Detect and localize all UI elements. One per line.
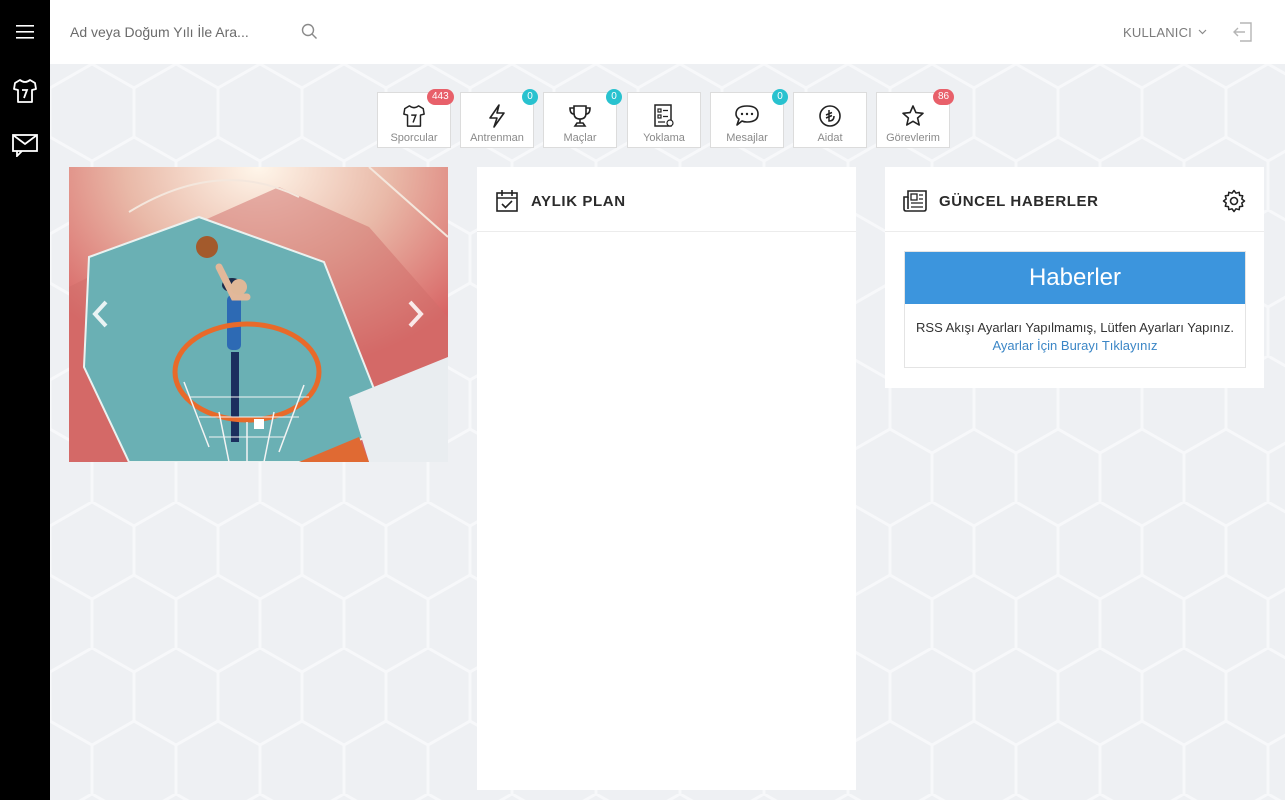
news-box: Haberler RSS Akışı Ayarları Yapılmamış, … xyxy=(904,251,1246,368)
monthly-plan-header: AYLIK PLAN xyxy=(477,167,856,232)
news-panel-title: GÜNCEL HABERLER xyxy=(939,193,1099,210)
monthly-plan-title: AYLIK PLAN xyxy=(531,193,626,210)
badge-athletes-count: 443 xyxy=(427,89,454,105)
lightning-icon xyxy=(489,104,505,128)
shortcut-label: Antrenman xyxy=(470,132,524,144)
image-carousel[interactable] xyxy=(69,167,448,462)
badge-training-count: 0 xyxy=(522,89,538,105)
shortcut-label: Yoklama xyxy=(643,132,685,144)
lira-icon xyxy=(819,105,841,127)
news-panel-header: GÜNCEL HABERLER xyxy=(885,167,1264,232)
search-input[interactable] xyxy=(70,21,290,43)
star-icon xyxy=(902,105,924,126)
top-bar: KULLANICI xyxy=(50,0,1285,64)
rss-settings-link[interactable]: Ayarlar İçin Burayı Tıklayınız xyxy=(905,338,1245,353)
jersey-icon xyxy=(403,105,425,127)
chat-icon xyxy=(735,105,759,126)
gear-icon[interactable] xyxy=(1222,189,1246,213)
chevron-down-icon xyxy=(1198,29,1207,35)
rss-warning-message: RSS Akışı Ayarları Yapılmamış, Lütfen Ay… xyxy=(916,320,1234,335)
checklist-icon xyxy=(654,104,674,127)
shortcut-label: Aidat xyxy=(817,132,843,144)
trophy-icon xyxy=(569,105,591,127)
menu-toggle-button[interactable] xyxy=(0,7,50,57)
user-menu[interactable]: KULLANICI xyxy=(1123,22,1207,42)
logout-icon[interactable] xyxy=(1232,21,1254,43)
carousel-prev-button[interactable] xyxy=(91,300,109,328)
search-icon[interactable] xyxy=(301,23,318,40)
sidebar-item-athletes[interactable] xyxy=(0,66,50,116)
carousel-indicator[interactable] xyxy=(254,419,264,429)
monthly-plan-panel: AYLIK PLAN xyxy=(477,167,856,790)
badge-tasks-count: 86 xyxy=(933,89,955,105)
user-label: KULLANICI xyxy=(1123,24,1192,40)
jersey-icon xyxy=(13,79,37,103)
carousel-next-button[interactable] xyxy=(407,300,425,328)
shortcut-dues[interactable]: Aidat xyxy=(793,92,867,148)
shortcut-attendance[interactable]: Yoklama xyxy=(627,92,701,148)
newspaper-icon xyxy=(903,190,927,212)
badge-matches-count: 0 xyxy=(606,89,622,105)
news-panel: GÜNCEL HABERLER Haberler RSS Akışı Ayarl… xyxy=(885,167,1264,388)
sidebar-item-messages[interactable] xyxy=(0,119,50,169)
shortcut-label: Mesajlar xyxy=(726,132,768,144)
mail-icon xyxy=(12,134,38,157)
calendar-check-icon xyxy=(496,190,518,212)
shortcut-label: Görevlerim xyxy=(886,132,940,144)
hamburger-icon xyxy=(16,25,34,39)
news-box-header: Haberler xyxy=(905,252,1245,304)
sidebar xyxy=(0,0,50,800)
basketball-slide-image xyxy=(69,167,448,462)
shortcut-label: Maçlar xyxy=(563,132,597,144)
badge-messages-count: 0 xyxy=(772,89,788,105)
shortcut-label: Sporcular xyxy=(390,132,438,144)
